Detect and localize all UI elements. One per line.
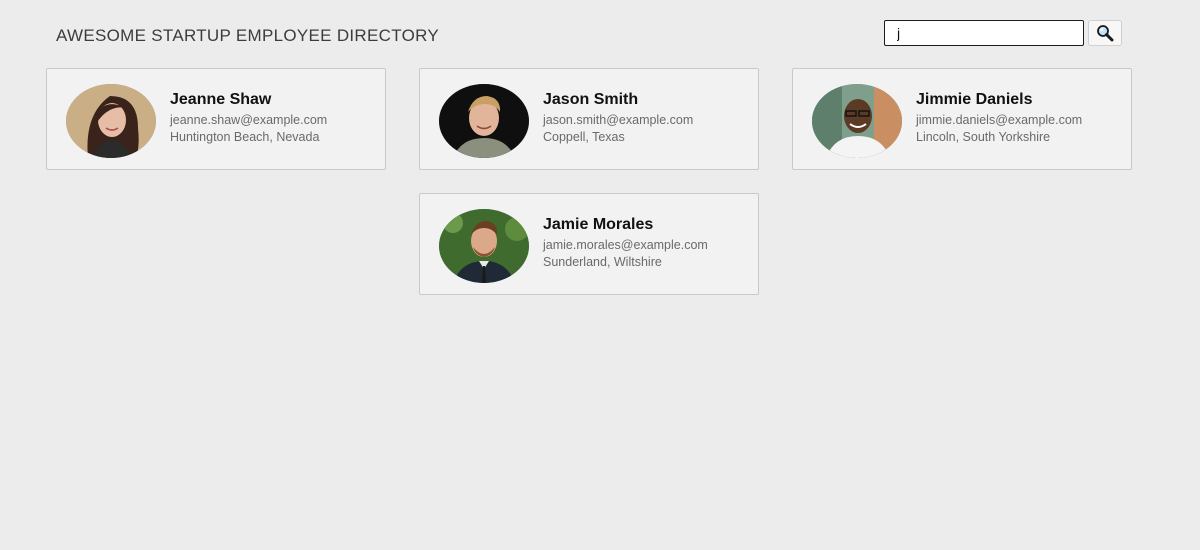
employee-email: jason.smith@example.com: [543, 113, 694, 127]
search-icon: [1097, 25, 1114, 42]
employee-email: jamie.morales@example.com: [543, 238, 708, 252]
employee-card[interactable]: Jamie Morales jamie.morales@example.com …: [419, 193, 759, 295]
employee-location: Huntington Beach, Nevada: [170, 130, 320, 144]
search-input[interactable]: [884, 20, 1084, 46]
employee-location: Lincoln, South Yorkshire: [916, 130, 1051, 144]
employee-email: jeanne.shaw@example.com: [170, 113, 328, 127]
employee-card[interactable]: Jeanne Shaw jeanne.shaw@example.com Hunt…: [46, 68, 386, 170]
page-title: AWESOME STARTUP EMPLOYEE DIRECTORY: [56, 26, 440, 45]
search-form: [884, 20, 1122, 46]
employee-name: Jeanne Shaw: [170, 91, 272, 108]
avatar: [439, 209, 529, 283]
employee-name: Jimmie Daniels: [916, 91, 1033, 108]
avatar: [439, 84, 529, 158]
employee-card[interactable]: Jason Smith jason.smith@example.com Copp…: [419, 68, 759, 170]
employee-location: Coppell, Texas: [543, 130, 625, 144]
employee-email: jimmie.daniels@example.com: [916, 113, 1083, 127]
search-button[interactable]: [1088, 20, 1122, 46]
avatar: [812, 84, 902, 158]
employee-name: Jamie Morales: [543, 216, 654, 233]
employee-location: Sunderland, Wiltshire: [543, 255, 662, 269]
employee-card[interactable]: Jimmie Daniels jimmie.daniels@example.co…: [792, 68, 1132, 170]
avatar: [66, 84, 156, 158]
employee-name: Jason Smith: [543, 91, 639, 108]
